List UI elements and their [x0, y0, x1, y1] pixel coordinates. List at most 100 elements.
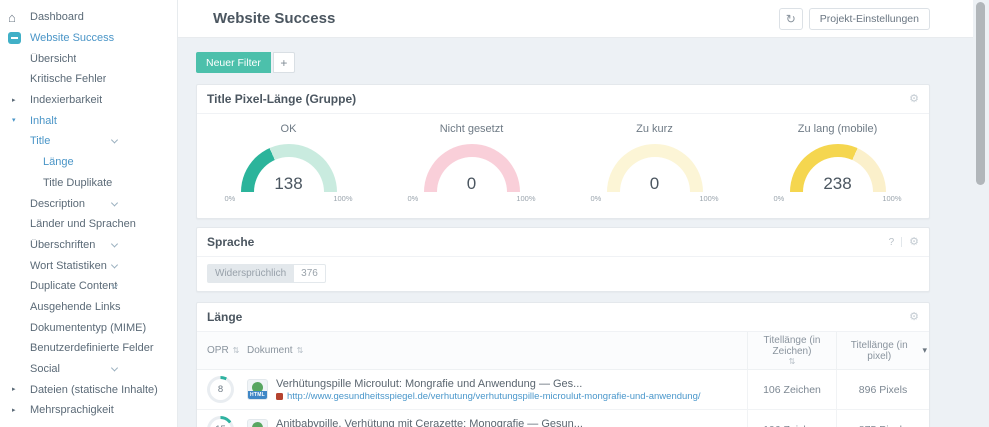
gauge-value: 138 — [274, 174, 303, 193]
globe-icon — [252, 422, 263, 427]
sidebar-item-label: Social — [30, 363, 60, 376]
sort-desc-icon[interactable]: ▾ — [922, 345, 927, 356]
sidebar-item-label: Übersicht — [30, 52, 77, 65]
gauge-label: Nicht gesetzt — [439, 123, 504, 135]
sidebar-item-bersicht[interactable]: Übersicht — [0, 48, 177, 69]
document-text: Verhütungspille Microulut: Mongrafie und… — [276, 378, 701, 402]
sidebar-item-description[interactable]: Description — [0, 193, 177, 214]
sidebar-item-l-nge[interactable]: Länge — [0, 152, 177, 173]
sidebar-item-website-success[interactable]: Website Success — [0, 28, 177, 49]
document-text: Anitbabypille, Verhütung mit Cerazette: … — [276, 418, 685, 427]
sidebar-item-dashboard[interactable]: ⌂ Dashboard — [0, 7, 177, 28]
panel-header-icons: ? ⚙ — [889, 236, 919, 248]
sidebar-item-l-nder-und-sprachen[interactable]: Länder und Sprachen — [0, 214, 177, 235]
sidebar-item-label: Inhalt — [30, 114, 57, 127]
sort-icon[interactable]: ⇅ — [233, 346, 240, 355]
opr-badge: 15 — [207, 416, 234, 427]
gauge-arc: 138 — [240, 144, 337, 193]
column-header-opr[interactable]: OPR ⇅ — [197, 332, 247, 369]
gauge-value: 238 — [823, 174, 852, 193]
refresh-button[interactable]: ↻ — [778, 7, 803, 30]
project-settings-button[interactable]: Projekt-Einstellungen — [808, 7, 930, 30]
sidebar-item-title-duplikate[interactable]: Title Duplikate — [0, 173, 177, 194]
gauge-ok: OK 138 0% 100% — [197, 123, 380, 218]
gear-icon[interactable]: ⚙ — [909, 236, 919, 248]
topbar: Website Success ↻ Projekt-Einstellungen — [178, 0, 973, 38]
column-label: OPR — [207, 345, 229, 356]
new-filter-button[interactable]: Neuer Filter — [196, 52, 271, 73]
sidebar-item-indexierbarkeit[interactable]: ▸ Indexierbarkeit — [0, 90, 177, 111]
sidebar-item-title[interactable]: Title — [0, 131, 177, 152]
column-header-titellaenge-zeichen[interactable]: Titellänge (in Zeichen) ⇅ — [747, 332, 836, 369]
panel-laenge: Länge ⚙ OPR ⇅ Dokument ⇅ Titellänge (in … — [196, 302, 930, 427]
sort-icon[interactable]: ⇅ — [297, 346, 304, 355]
gauge-label: Zu kurz — [636, 123, 673, 135]
sidebar-item-ausgehende-links[interactable]: Ausgehende Links — [0, 297, 177, 318]
sidebar-item-label: Ausgehende Links — [30, 300, 121, 313]
sidebar-item-label: Kritische Fehler — [30, 73, 107, 86]
panel-title-pixel-laenge: Title Pixel-Länge (Gruppe) ⚙ OK 138 0% 100%… — [196, 84, 930, 219]
sidebar-item-wort-statistiken[interactable]: Wort Statistiken — [0, 255, 177, 276]
add-filter-button[interactable]: + — [272, 52, 295, 73]
sidebar-item-mehrsprachigkeit[interactable]: ▸ Mehrsprachigkeit — [0, 400, 177, 421]
sidebar-item-marker: ⌂ — [8, 11, 30, 24]
gauge-max-label: 100% — [882, 194, 902, 203]
sidebar-item-label: Duplicate Content — [30, 280, 118, 293]
opr-value: 15 — [207, 416, 234, 427]
gauge-zu-lang-mobile: Zu lang (mobile) 238 0% 100% — [746, 123, 929, 218]
sidebar-item-berschriften[interactable]: Überschriften — [0, 235, 177, 256]
document-url-link[interactable]: http://www.gesundheitsspiegel.de/verhutu… — [287, 391, 701, 402]
opr-cell: 8 — [197, 370, 247, 409]
sidebar-item-duplicate-content[interactable]: Duplicate Content — [0, 276, 177, 297]
document-title-link[interactable]: Anitbabypille, Verhütung mit Cerazette: … — [276, 418, 685, 427]
panel-title: Sprache — [207, 235, 255, 249]
panel-title: Title Pixel-Länge (Gruppe) — [207, 92, 357, 106]
sidebar-item-dokumententyp-mime[interactable]: Dokumententyp (MIME) — [0, 317, 177, 338]
panel-title: Länge — [207, 310, 243, 324]
gauge-zu-kurz: Zu kurz 0 0% 100% — [563, 123, 746, 218]
titellaenge-zeichen-cell: 106 Zeichen — [747, 410, 836, 427]
column-header-dokument[interactable]: Dokument ⇅ — [247, 332, 747, 369]
expand-right-icon[interactable]: ▸ — [12, 97, 16, 104]
document-cell: HTML Anitbabypille, Verhütung mit Cerazet… — [247, 410, 747, 427]
help-icon[interactable]: ? — [889, 237, 895, 248]
scrollbar[interactable] — [976, 2, 985, 185]
document-title-link[interactable]: Verhütungspille Microulut: Mongrafie und… — [276, 378, 701, 390]
sidebar: ⌂ Dashboard Website Success Übersicht Kritis… — [0, 0, 178, 427]
gauge-scale: 0% 100% — [774, 194, 902, 203]
sidebar-item-label: Dokumententyp (MIME) — [30, 321, 147, 334]
gauge-min-label: 0% — [407, 194, 419, 203]
sidebar-item-social[interactable]: Social — [0, 359, 177, 380]
doc-type-badge: HTML — [248, 391, 267, 399]
sidebar-item-marker: ▾ — [8, 117, 30, 124]
sidebar-item-label: Dateien (statische Inhalte) — [30, 383, 158, 396]
gauge-scale: 0% 100% — [591, 194, 719, 203]
gear-icon[interactable]: ⚙ — [909, 93, 919, 105]
home-icon: ⌂ — [8, 9, 16, 25]
gear-icon[interactable]: ⚙ — [909, 311, 919, 323]
gauge-scale: 0% 100% — [225, 194, 353, 203]
collapse-down-icon[interactable]: ▾ — [12, 117, 16, 124]
gauge-value: 0 — [466, 174, 477, 193]
sidebar-item-dateien-statische-inhalte[interactable]: ▸ Dateien (statische Inhalte) — [0, 379, 177, 400]
expand-right-icon[interactable]: ▸ — [12, 386, 16, 393]
table-row[interactable]: 15 HTML Anitbabypille, Verhütung mit Ceraz… — [197, 410, 929, 427]
opr-badge: 8 — [207, 376, 234, 403]
gauge-arc: 0 — [606, 144, 703, 193]
sidebar-item-benutzerdefinierte-felder[interactable]: Benutzerdefinierte Felder — [0, 338, 177, 359]
sidebar-item-kritische-fehler[interactable]: Kritische Fehler — [0, 69, 177, 90]
chevron-down-icon — [110, 364, 119, 372]
column-header-titellaenge-pixel[interactable]: Titellänge (in pixel) ▾ — [836, 332, 929, 369]
sidebar-item-label: Länder und Sprachen — [30, 218, 136, 231]
titellaenge-pixel-cell: 896 Pixels — [836, 370, 929, 409]
column-label: Titellänge (in pixel) — [850, 339, 908, 362]
expand-right-icon[interactable]: ▸ — [12, 407, 16, 414]
sidebar-item-label: Überschriften — [30, 238, 96, 251]
sidebar-item-inhalt[interactable]: ▾ Inhalt — [0, 110, 177, 131]
sidebar-item-label: Dashboard — [30, 11, 84, 24]
gauge-label: OK — [280, 123, 297, 135]
table-row[interactable]: 8 HTML Verhütungspille Microulut: Mongrafi… — [197, 370, 929, 410]
sort-icon[interactable]: ⇅ — [789, 357, 796, 366]
widerspruechlich-filter-tag[interactable]: Widersprüchlich 376 — [207, 264, 326, 283]
titellaenge-zeichen-cell: 106 Zeichen — [747, 370, 836, 409]
